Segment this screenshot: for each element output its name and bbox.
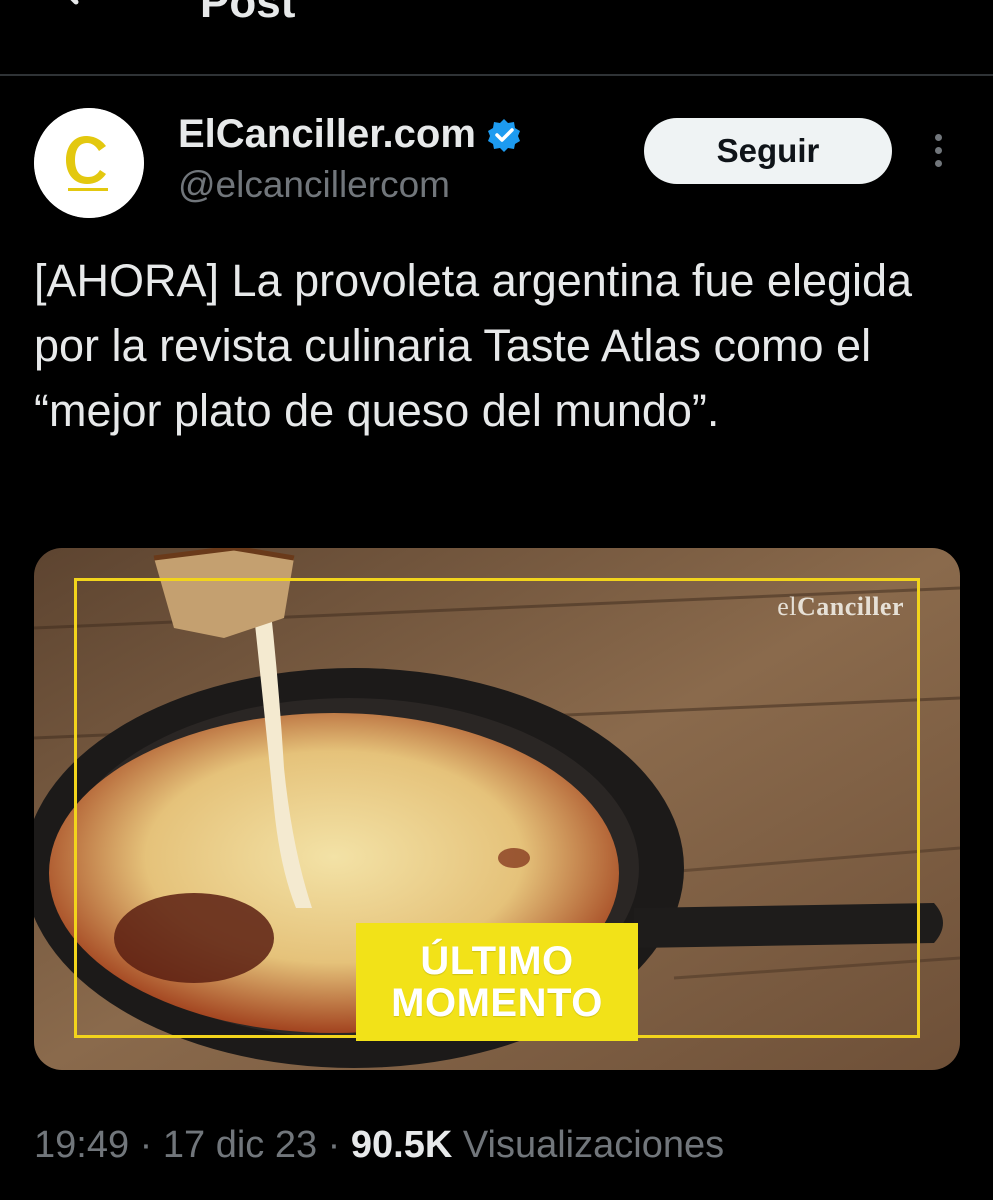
- top-bar: Post: [0, 0, 993, 76]
- ultimo-momento-badge: ÚLTIMO MOMENTO: [356, 923, 638, 1041]
- badge-line-2: MOMENTO: [391, 981, 603, 1025]
- elcanciller-logo-icon: [34, 108, 144, 218]
- views-label: Visualizaciones: [462, 1124, 725, 1166]
- author-handle[interactable]: @elcancillercom: [178, 164, 450, 206]
- tweet-time[interactable]: 19:49: [34, 1124, 129, 1166]
- watermark-logo: elCanciller: [777, 592, 904, 621]
- tweet-media-image[interactable]: elCanciller ÚLTIMO MOMENTO: [34, 548, 960, 1070]
- author-name-row[interactable]: ElCanciller.com: [178, 112, 522, 157]
- tweet-meta: 19:49 · 17 dic 23 · 90.5K Visualizacione…: [34, 1124, 725, 1166]
- author-display-name[interactable]: ElCanciller.com: [178, 112, 476, 157]
- tweet-date[interactable]: 17 dic 23: [163, 1124, 317, 1166]
- page-title: Post: [200, 0, 296, 27]
- follow-button[interactable]: Seguir: [644, 118, 892, 184]
- more-options-icon[interactable]: [926, 134, 950, 174]
- avatar[interactable]: [34, 108, 144, 218]
- badge-line-1: ÚLTIMO: [420, 939, 574, 983]
- tweet-text: [AHORA] La provoleta argentina fue elegi…: [34, 255, 913, 436]
- back-arrow-icon[interactable]: [48, 0, 108, 20]
- verified-badge-icon: [487, 118, 520, 152]
- views-count: 90.5K: [350, 1124, 453, 1166]
